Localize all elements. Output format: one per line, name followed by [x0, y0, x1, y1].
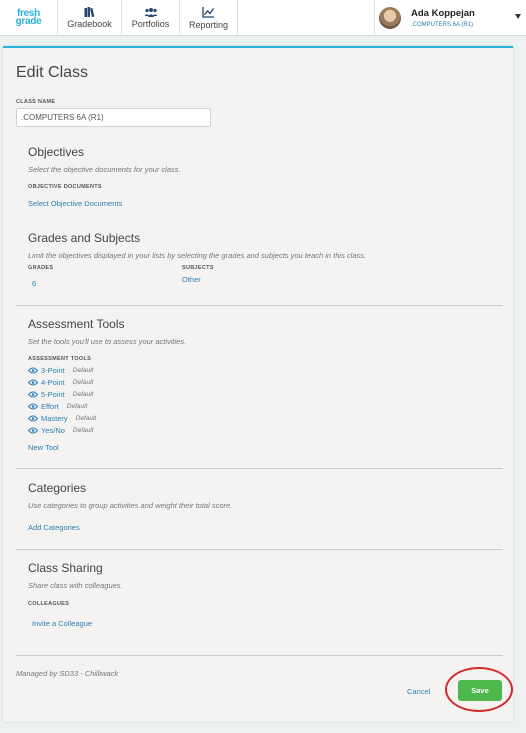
- user-info: Ada Koppejan .COMPUTERS 6A (R1): [411, 8, 475, 28]
- tool-default-tag: Default: [75, 415, 97, 422]
- divider: [16, 549, 503, 550]
- user-name: Ada Koppejan: [411, 8, 475, 19]
- categories-title: Categories: [28, 481, 87, 495]
- categories-desc: Use categories to group activities and w…: [28, 501, 233, 510]
- assessment-tool-row[interactable]: 4-Point Default: [28, 378, 93, 387]
- subjects-label: SUBJECTS: [182, 265, 214, 271]
- grades-subjects-desc: Limit the objectives displayed in your l…: [28, 251, 367, 260]
- divider: [16, 468, 503, 469]
- save-highlight-circle: [445, 667, 513, 712]
- eye-icon[interactable]: [28, 367, 38, 374]
- tool-default-tag: Default: [66, 403, 88, 410]
- tool-name[interactable]: Effort: [41, 402, 59, 411]
- tool-default-tag: Default: [72, 379, 94, 386]
- eye-icon[interactable]: [28, 427, 38, 434]
- page-title: Edit Class: [16, 64, 89, 81]
- people-icon: [144, 7, 157, 17]
- assessment-tools-desc: Set the tools you'll use to assess your …: [28, 337, 187, 346]
- nav-gradebook-label: Gradebook: [67, 19, 112, 29]
- tool-default-tag: Default: [72, 367, 94, 374]
- grade-value[interactable]: 6: [32, 279, 36, 288]
- nav-portfolios-label: Portfolios: [131, 18, 170, 29]
- assessment-tool-row[interactable]: Effort Default: [28, 402, 87, 411]
- logo-line-2: grade: [15, 16, 42, 27]
- tool-name[interactable]: 3-Point: [41, 366, 65, 375]
- divider: [16, 655, 503, 656]
- cancel-button[interactable]: Cancel: [407, 687, 430, 696]
- class-name-label: CLASS NAME: [16, 99, 56, 105]
- select-objective-documents-link[interactable]: Select Objective Documents: [28, 199, 122, 208]
- avatar: [379, 7, 401, 29]
- user-current-class: .COMPUTERS 6A (R1): [411, 22, 474, 28]
- nav-reporting-label: Reporting: [188, 19, 229, 30]
- nav-gradebook[interactable]: Gradebook: [58, 0, 122, 36]
- grades-label: GRADES: [28, 265, 54, 271]
- assessment-tool-row[interactable]: 5-Point Default: [28, 390, 93, 399]
- assessment-tool-row[interactable]: 3-Point Default: [28, 366, 93, 375]
- invite-colleague-link[interactable]: Invite a Colleague: [32, 619, 92, 628]
- assessment-tool-row[interactable]: Yes/No Default: [28, 426, 94, 435]
- colleagues-label: COLLEAGUES: [28, 601, 70, 607]
- new-tool-link[interactable]: New Tool: [28, 443, 59, 452]
- objectives-title: Objectives: [28, 145, 85, 159]
- assessment-tools-label: ASSESSMENT TOOLS: [28, 356, 92, 362]
- nav-reporting[interactable]: Reporting: [180, 0, 238, 36]
- grades-subjects-title: Grades and Subjects: [28, 231, 141, 245]
- eye-icon[interactable]: [28, 403, 38, 410]
- tool-default-tag: Default: [72, 427, 94, 434]
- freshgrade-logo[interactable]: fresh grade: [0, 0, 58, 36]
- tool-name[interactable]: Yes/No: [41, 426, 65, 435]
- objectives-desc: Select the objective documents for your …: [28, 165, 181, 174]
- divider: [16, 305, 503, 306]
- tool-default-tag: Default: [72, 391, 94, 398]
- nav-portfolios[interactable]: Portfolios: [122, 0, 180, 36]
- books-icon: [84, 7, 94, 17]
- class-sharing-desc: Share class with colleagues.: [28, 581, 123, 590]
- chart-line-icon: [202, 6, 215, 18]
- managed-by-text: Managed by SD33 - Chilliwack: [16, 669, 119, 678]
- assessment-tool-row[interactable]: Mastery Default: [28, 414, 96, 423]
- subject-value[interactable]: Other: [182, 275, 201, 284]
- assessment-tools-title: Assessment Tools: [28, 317, 125, 331]
- tool-name[interactable]: Mastery: [41, 414, 68, 423]
- user-menu[interactable]: Ada Koppejan .COMPUTERS 6A (R1): [374, 0, 526, 36]
- class-sharing-title: Class Sharing: [28, 561, 103, 575]
- chevron-down-icon[interactable]: [515, 14, 521, 19]
- eye-icon[interactable]: [28, 379, 38, 386]
- tool-name[interactable]: 5-Point: [41, 390, 65, 399]
- class-name-input[interactable]: .COMPUTERS 6A (R1): [16, 108, 211, 127]
- top-nav-bar: fresh grade Gradebook Portfolios Reporti…: [0, 0, 526, 36]
- tool-name[interactable]: 4-Point: [41, 378, 65, 387]
- objective-documents-label: OBJECTIVE DOCUMENTS: [28, 184, 102, 190]
- add-categories-link[interactable]: Add Categories: [28, 523, 80, 532]
- edit-class-card: Edit Class CLASS NAME .COMPUTERS 6A (R1)…: [3, 46, 513, 722]
- eye-icon[interactable]: [28, 391, 38, 398]
- eye-icon[interactable]: [28, 415, 38, 422]
